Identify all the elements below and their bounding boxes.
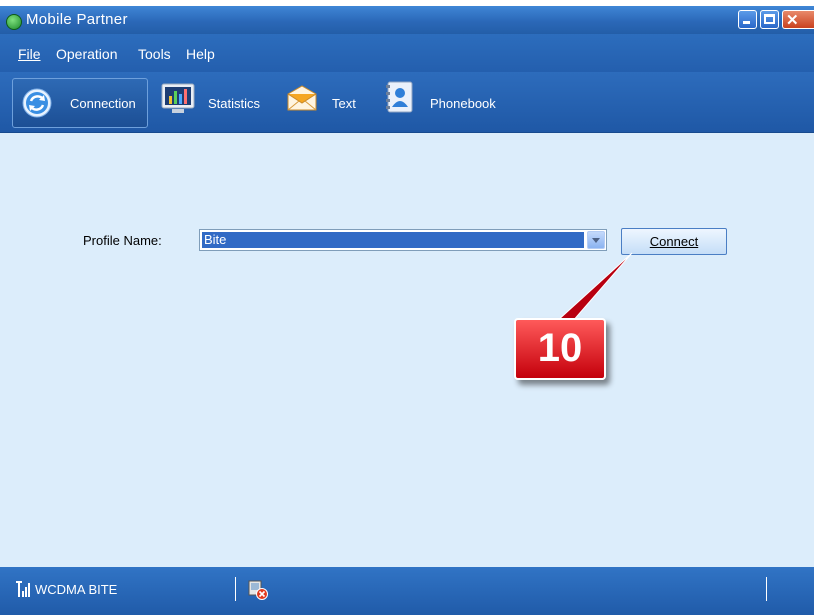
- menu-tools[interactable]: Tools: [138, 46, 171, 62]
- network-status: WCDMA BITE: [35, 582, 118, 597]
- dropdown-arrow-button[interactable]: [587, 231, 605, 249]
- status-separator: [235, 577, 236, 601]
- tab-statistics[interactable]: Statistics: [160, 72, 270, 128]
- app-icon: [6, 14, 22, 30]
- title-bar[interactable]: Mobile Partner ✕: [0, 6, 814, 34]
- close-button[interactable]: ✕: [782, 10, 814, 29]
- window-title: Mobile Partner: [26, 11, 128, 28]
- step-callout: 10: [514, 318, 606, 380]
- close-icon: ✕: [786, 12, 799, 29]
- status-separator-right: [766, 577, 767, 601]
- connection-icon: [22, 88, 52, 118]
- status-bar: WCDMA BITE: [0, 567, 814, 615]
- envelope-icon: [287, 85, 317, 111]
- menu-file-label: File: [18, 46, 41, 62]
- menu-help[interactable]: Help: [186, 46, 215, 62]
- menu-file[interactable]: File: [18, 46, 41, 62]
- menu-operation-label: Operation: [56, 46, 118, 62]
- chevron-down-icon: [592, 238, 600, 243]
- tab-phonebook[interactable]: Phonebook: [384, 72, 504, 128]
- tab-text[interactable]: Text: [286, 72, 366, 128]
- tab-connection[interactable]: Connection: [12, 78, 148, 128]
- menu-help-label: Help: [186, 46, 215, 62]
- minimize-button[interactable]: [738, 10, 757, 29]
- connection-panel: Profile Name: Bite Connect: [0, 133, 814, 567]
- tab-connection-label: Connection: [70, 96, 136, 111]
- tab-statistics-label: Statistics: [208, 96, 261, 111]
- connect-button-label: Connect: [649, 234, 699, 249]
- toolbar: Connection Statistics Text Phonebook: [0, 72, 814, 133]
- profile-select-value: Bite: [202, 232, 584, 248]
- tab-phonebook-label: Phonebook: [430, 96, 496, 111]
- phonebook-icon: [386, 81, 413, 113]
- statistics-icon: [161, 83, 195, 113]
- maximize-icon: [764, 14, 775, 24]
- signal-strength-icon: [16, 581, 30, 597]
- minimize-icon: [743, 21, 750, 24]
- menu-operation[interactable]: Operation: [56, 46, 117, 62]
- maximize-button[interactable]: [760, 10, 779, 29]
- profile-select[interactable]: Bite: [199, 229, 607, 251]
- disconnected-icon: [248, 580, 268, 600]
- menu-tools-label: Tools: [138, 46, 171, 62]
- profile-name-label: Profile Name:: [83, 233, 162, 248]
- menu-bar: File Operation Tools Help: [0, 34, 814, 72]
- connect-button[interactable]: Connect: [621, 228, 727, 255]
- tab-text-label: Text: [332, 96, 356, 111]
